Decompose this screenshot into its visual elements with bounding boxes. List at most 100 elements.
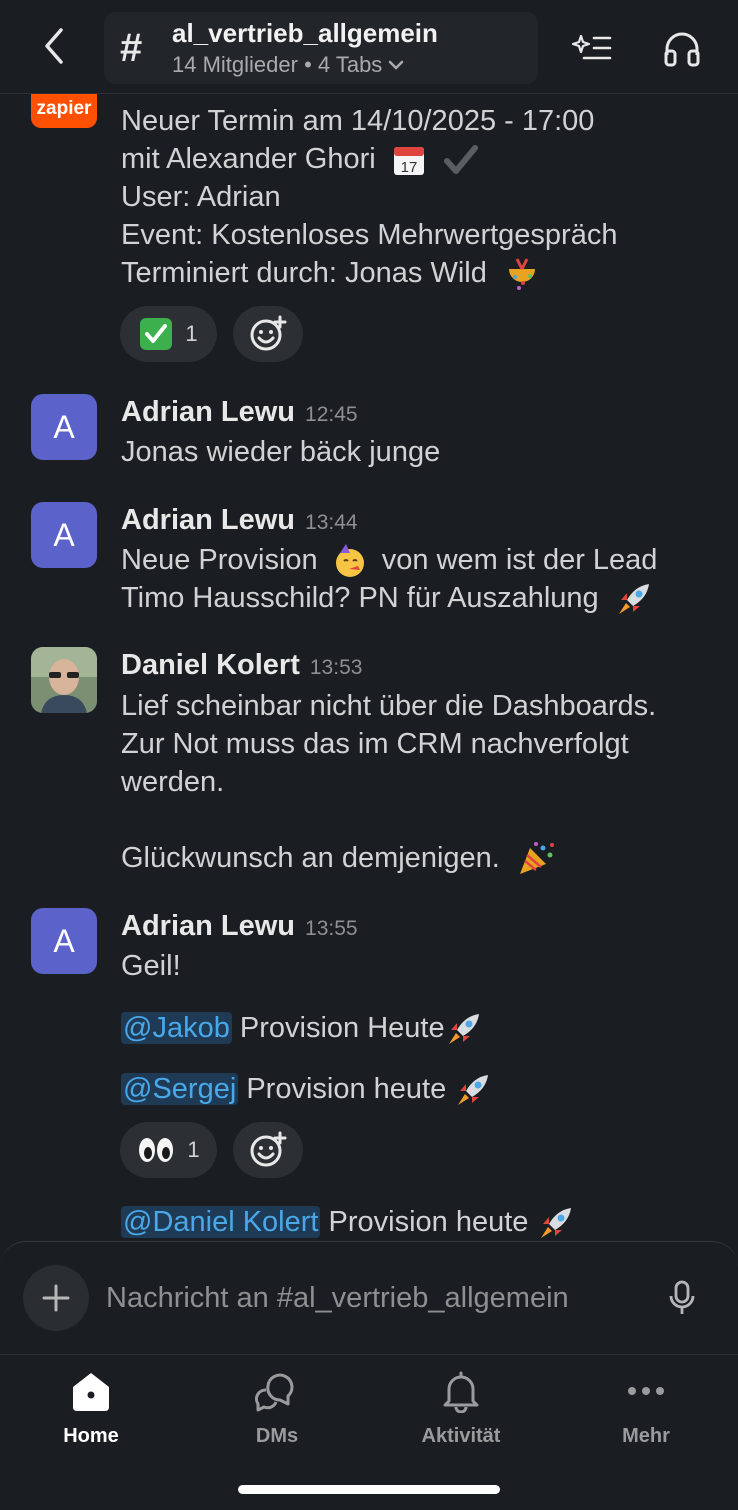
add-emoji-icon	[250, 315, 287, 351]
rocket-emoji-icon	[615, 580, 653, 618]
tab-label: Aktivität	[421, 1425, 501, 1447]
attach-button[interactable]	[23, 1265, 89, 1331]
message-text: Provision heute	[246, 1073, 447, 1105]
channel-header: # al_vertrieb_allgemein 14 Mitglieder • …	[0, 0, 738, 94]
message-text: Terminiert durch: Jonas Wild	[121, 257, 487, 289]
message-line-with-mention: @Jakob Provision Heute	[121, 1009, 483, 1048]
hash-icon: #	[120, 26, 143, 70]
avatar-photo[interactable]	[31, 647, 97, 713]
message-line: Lief scheinbar nicht über die Dashboards…	[121, 690, 657, 722]
timestamp: 13:55	[305, 917, 358, 940]
tab-label: DMs	[255, 1425, 299, 1447]
tab-activity[interactable]: Aktivität	[386, 1367, 536, 1457]
rocket-emoji-icon	[445, 1010, 483, 1048]
avatar[interactable]: A	[31, 502, 97, 568]
reaction-count: 1	[187, 1137, 200, 1162]
svg-text:17: 17	[400, 159, 417, 176]
message-header: Adrian Lewu 13:44	[121, 504, 358, 537]
author-name[interactable]: Adrian Lewu	[121, 504, 295, 537]
reaction-check[interactable]: 1	[120, 306, 217, 362]
user-mention[interactable]: @Sergej	[121, 1073, 239, 1105]
white-check-mark-emoji-icon	[139, 317, 173, 351]
message-text: Timo Hausschild? PN für Auszahlung	[121, 582, 599, 614]
eyes-emoji-icon	[137, 1136, 175, 1164]
avatar[interactable]: A	[31, 394, 97, 460]
author-name[interactable]: Adrian Lewu	[121, 396, 295, 429]
message-line: werden.	[121, 766, 225, 798]
chevron-down-icon	[389, 60, 404, 70]
rocket-emoji-icon	[537, 1204, 575, 1240]
message-line: Event: Kostenloses Mehrwertgespräch	[121, 219, 618, 251]
sparkle-list-icon	[572, 34, 612, 60]
message-line-with-icons: mit Alexander Ghori 17	[121, 140, 478, 178]
message-line-with-icons: Neue Provision von wem ist der Lead	[121, 541, 657, 579]
reaction-eyes[interactable]: 1	[120, 1122, 217, 1178]
message-header: Adrian Lewu 13:55	[121, 910, 358, 943]
message-line-with-icons: Timo Hausschild? PN für Auszahlung	[121, 579, 653, 618]
tab-dms[interactable]: DMs	[202, 1367, 352, 1457]
channel-meta-text: 14 Mitglieder • 4 Tabs	[172, 52, 383, 77]
add-reaction-button[interactable]	[233, 306, 303, 362]
reaction-count: 1	[185, 321, 198, 346]
back-button[interactable]	[34, 26, 74, 66]
message-header: Daniel Kolert 13:53	[121, 649, 362, 682]
message-text: Provision heute	[328, 1206, 529, 1238]
chevron-left-icon	[45, 28, 63, 64]
bell-icon	[436, 1367, 486, 1415]
tab-label: Home	[63, 1425, 119, 1447]
confetti-ball-emoji-icon	[503, 255, 541, 293]
plus-icon	[42, 1284, 70, 1312]
voice-message-button[interactable]	[662, 1278, 702, 1318]
message-feed[interactable]: zapier Neuer Termin am 14/10/2025 - 17:0…	[0, 94, 738, 1240]
message-text: Glückwunsch an demjenigen.	[121, 842, 500, 874]
message-line-with-icons: Glückwunsch an demjenigen.	[121, 839, 556, 878]
message-line: User: Adrian	[121, 181, 281, 213]
channel-name: al_vertrieb_allgemein	[172, 18, 438, 48]
tab-label: Mehr	[622, 1425, 670, 1447]
home-icon	[66, 1367, 116, 1415]
tab-home[interactable]: Home	[16, 1367, 166, 1457]
message-line: Zur Not muss das im CRM nachverfolgt	[121, 728, 629, 760]
timestamp: 13:44	[305, 511, 358, 534]
checkmark-emoji-icon	[443, 145, 478, 175]
rocket-emoji-icon	[454, 1071, 492, 1109]
more-dots-icon	[621, 1367, 671, 1415]
chat-bubbles-icon	[252, 1367, 302, 1415]
message-composer: Nachricht an #al_vertrieb_allgemein	[0, 1241, 738, 1354]
calendar-emoji-icon: 17	[392, 143, 426, 177]
person-photo-icon	[31, 647, 97, 713]
message-line: Geil!	[121, 950, 181, 982]
microphone-icon	[669, 1280, 695, 1314]
zapier-logo-text: zapier	[36, 98, 92, 119]
home-indicator[interactable]	[238, 1485, 500, 1494]
message-line-with-mention: @Sergej Provision heute	[121, 1070, 492, 1109]
tab-more[interactable]: Mehr	[571, 1367, 721, 1457]
author-name[interactable]: Adrian Lewu	[121, 910, 295, 943]
message-text: von wem ist der Lead	[381, 544, 658, 576]
channel-info-button[interactable]: # al_vertrieb_allgemein 14 Mitglieder • …	[104, 12, 538, 84]
message-text: mit Alexander Ghori	[121, 143, 376, 175]
timestamp: 13:53	[309, 656, 363, 679]
message-line: Neuer Termin am 14/10/2025 - 17:00	[121, 105, 595, 137]
huddle-button[interactable]	[660, 26, 704, 70]
partying-face-emoji-icon	[332, 543, 368, 579]
message-input[interactable]: Nachricht an #al_vertrieb_allgemein	[106, 1278, 646, 1318]
message-line: Jonas wieder bäck junge	[121, 436, 441, 468]
channel-meta: 14 Mitglieder • 4 Tabs	[172, 52, 404, 78]
headphones-icon	[664, 32, 700, 67]
user-mention[interactable]: @Daniel Kolert	[121, 1206, 321, 1238]
message-line-with-mention: @Daniel Kolert Provision heute	[121, 1203, 575, 1240]
bottom-navigation: Home DMs Aktivität Mehr	[0, 1354, 738, 1510]
zapier-avatar: zapier	[31, 94, 97, 128]
author-name[interactable]: Daniel Kolert	[121, 649, 300, 682]
add-reaction-button[interactable]	[233, 1122, 303, 1178]
party-popper-emoji-icon	[516, 840, 556, 878]
add-emoji-icon	[250, 1131, 287, 1167]
message-header: Adrian Lewu 12:45	[121, 396, 358, 429]
message-line-with-icons: Terminiert durch: Jonas Wild	[121, 254, 541, 293]
avatar[interactable]: A	[31, 908, 97, 974]
ai-summary-button[interactable]	[570, 26, 614, 70]
message-text: Neue Provision	[121, 544, 318, 576]
user-mention[interactable]: @Jakob	[121, 1012, 232, 1044]
message-text: Provision Heute	[239, 1012, 445, 1044]
